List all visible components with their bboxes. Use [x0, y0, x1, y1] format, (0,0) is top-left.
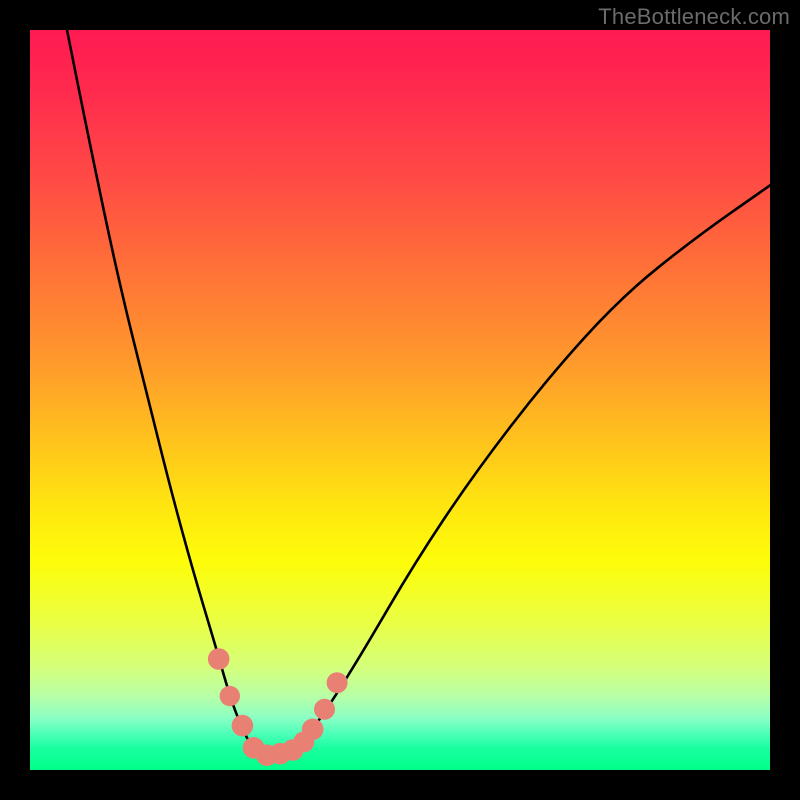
data-markers: [208, 648, 348, 766]
bottleneck-curve-path: [67, 30, 770, 754]
data-marker: [327, 672, 348, 693]
data-marker: [220, 686, 240, 706]
data-marker: [302, 719, 324, 741]
chart-frame: TheBottleneck.com: [0, 0, 800, 800]
curve-line: [67, 30, 770, 754]
plot-area: [30, 30, 770, 770]
data-marker: [208, 648, 230, 670]
watermark-text: TheBottleneck.com: [598, 4, 790, 30]
data-marker: [232, 715, 254, 737]
chart-svg: [30, 30, 770, 770]
data-marker: [314, 699, 335, 720]
